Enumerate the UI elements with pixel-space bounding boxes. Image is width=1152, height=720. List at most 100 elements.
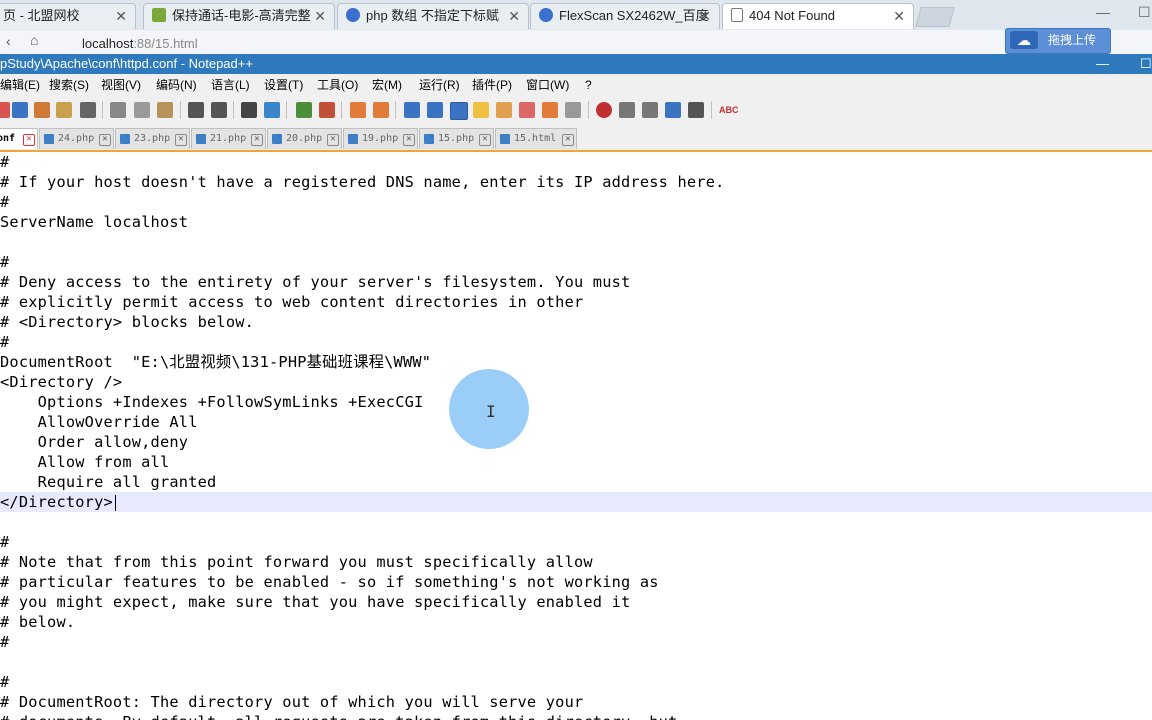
monitor-icon[interactable] bbox=[565, 102, 581, 118]
browser-tab-2[interactable]: 保持通话-电影-高清完整 ✕ bbox=[143, 3, 335, 29]
menu-view[interactable]: 视图(V) bbox=[101, 74, 141, 96]
close-icon[interactable]: ✕ bbox=[314, 4, 326, 28]
new-file-icon[interactable] bbox=[0, 102, 10, 118]
browser-tab-3[interactable]: php 数组 不指定下标赋 ✕ bbox=[337, 3, 529, 29]
close-icon[interactable]: ✕ bbox=[327, 134, 339, 146]
menu-help[interactable]: ? bbox=[585, 74, 592, 96]
separator bbox=[711, 101, 712, 119]
doc-tab-label: onf bbox=[0, 133, 16, 144]
code-line: DocumentRoot "E:\北盟视频\131-PHP基础班课程\WWW" bbox=[0, 353, 432, 371]
save-all-icon[interactable] bbox=[56, 102, 72, 118]
doc-map-icon[interactable] bbox=[496, 102, 512, 118]
menu-window[interactable]: 窗口(W) bbox=[526, 74, 569, 96]
replace-icon[interactable] bbox=[264, 102, 280, 118]
print-icon[interactable] bbox=[80, 102, 96, 118]
find-icon[interactable] bbox=[241, 102, 257, 118]
video-icon bbox=[152, 8, 166, 22]
sync-h-icon[interactable] bbox=[373, 102, 389, 118]
close-icon[interactable]: ✕ bbox=[115, 4, 127, 28]
show-all-chars-icon[interactable] bbox=[427, 102, 443, 118]
cut-icon[interactable] bbox=[110, 102, 126, 118]
paste-icon[interactable] bbox=[157, 102, 173, 118]
code-line: </Directory> bbox=[0, 493, 113, 511]
save-macro-icon[interactable] bbox=[688, 102, 704, 118]
menu-tools[interactable]: 工具(O) bbox=[317, 74, 358, 96]
save-icon[interactable] bbox=[34, 102, 50, 118]
doc-tab-httpd-conf[interactable]: onf ✕ bbox=[0, 128, 38, 149]
doc-tab-21-php[interactable]: 21.php ✕ bbox=[191, 128, 266, 149]
code-line: # Note that from this point forward you … bbox=[0, 553, 593, 571]
close-icon[interactable]: ✕ bbox=[403, 134, 415, 146]
close-icon[interactable]: ✕ bbox=[175, 134, 187, 146]
new-tab-button[interactable] bbox=[915, 7, 955, 27]
doc-tab-15-php[interactable]: 15.php ✕ bbox=[419, 128, 494, 149]
record-macro-icon[interactable] bbox=[596, 102, 612, 118]
home-icon[interactable]: ⌂ bbox=[30, 32, 38, 48]
separator bbox=[102, 101, 103, 119]
menu-run[interactable]: 运行(R) bbox=[419, 74, 460, 96]
doc-tab-label: 19.php bbox=[362, 133, 399, 144]
maximize-icon[interactable]: ☐ bbox=[1140, 54, 1152, 74]
cloud-icon: ☁ bbox=[1010, 31, 1038, 49]
menu-encoding[interactable]: 编码(N) bbox=[156, 74, 197, 96]
open-file-icon[interactable] bbox=[12, 102, 28, 118]
menu-search[interactable]: 搜索(S) bbox=[49, 74, 89, 96]
close-icon[interactable]: ✕ bbox=[99, 134, 111, 146]
close-icon[interactable]: ✕ bbox=[893, 4, 905, 28]
doc-tab-23-php[interactable]: 23.php ✕ bbox=[115, 128, 190, 149]
browser-tab-1[interactable]: 页 - 北盟网校 ✕ bbox=[0, 3, 136, 29]
address-bar[interactable]: ‹ ⌂ localhost:88/15.html bbox=[0, 30, 1152, 55]
menu-macro[interactable]: 宏(M) bbox=[372, 74, 402, 96]
close-icon[interactable]: ✕ bbox=[23, 134, 35, 146]
doc-tab-24-php[interactable]: 24.php ✕ bbox=[39, 128, 114, 149]
menu-plugins[interactable]: 插件(P) bbox=[472, 74, 512, 96]
redo-icon[interactable] bbox=[211, 102, 227, 118]
zoom-in-icon[interactable] bbox=[296, 102, 312, 118]
browser-tab-5[interactable]: 404 Not Found ✕ bbox=[722, 3, 914, 29]
close-icon[interactable]: ✕ bbox=[562, 134, 574, 146]
run-macro-multiple-icon[interactable] bbox=[665, 102, 681, 118]
undo-icon[interactable] bbox=[188, 102, 204, 118]
play-macro-icon[interactable] bbox=[642, 102, 658, 118]
menu-settings[interactable]: 设置(T) bbox=[264, 74, 303, 96]
close-icon[interactable]: ✕ bbox=[699, 4, 711, 28]
code-line: # particular features to be enabled - so… bbox=[0, 573, 659, 591]
close-icon[interactable]: ✕ bbox=[251, 134, 263, 146]
folder-icon[interactable] bbox=[542, 102, 558, 118]
code-line: # DocumentRoot: The directory out of whi… bbox=[0, 693, 584, 711]
address-url[interactable]: localhost:88/15.html bbox=[82, 36, 198, 51]
stop-macro-icon[interactable] bbox=[619, 102, 635, 118]
minimize-icon[interactable]: — bbox=[1096, 54, 1109, 74]
code-line: Allow from all bbox=[0, 453, 170, 471]
function-list-icon[interactable] bbox=[519, 102, 535, 118]
menu-edit[interactable]: 编辑(E) bbox=[0, 74, 40, 96]
tab-title: 保持通话-电影-高清完整 bbox=[172, 8, 311, 23]
separator bbox=[588, 101, 589, 119]
minimize-icon[interactable]: — bbox=[1096, 4, 1110, 20]
spell-check-icon[interactable]: ABC bbox=[719, 102, 739, 118]
indent-guide-icon[interactable] bbox=[450, 102, 468, 120]
doc-tab-19-php[interactable]: 19.php ✕ bbox=[343, 128, 418, 149]
menu-language[interactable]: 语言(L) bbox=[211, 74, 250, 96]
upload-button[interactable]: ☁ 拖拽上传 bbox=[1005, 28, 1111, 54]
tab-title: FlexScan SX2462W_百度 bbox=[559, 8, 709, 23]
word-wrap-icon[interactable] bbox=[404, 102, 420, 118]
paw-icon bbox=[346, 8, 360, 22]
file-disk-icon bbox=[500, 134, 510, 144]
code-editor[interactable]: # # If your host doesn't have a register… bbox=[0, 152, 1152, 720]
doc-tab-label: 15.php bbox=[438, 133, 475, 144]
doc-tab-15-html[interactable]: 15.html ✕ bbox=[495, 128, 577, 149]
back-icon[interactable]: ‹ bbox=[6, 33, 11, 49]
code-line: # below. bbox=[0, 613, 76, 631]
sync-v-icon[interactable] bbox=[350, 102, 366, 118]
zoom-out-icon[interactable] bbox=[319, 102, 335, 118]
close-icon[interactable]: ✕ bbox=[508, 4, 520, 28]
text-caret bbox=[115, 495, 116, 511]
doc-tab-20-php[interactable]: 20.php ✕ bbox=[267, 128, 342, 149]
lang-icon[interactable] bbox=[473, 102, 489, 118]
maximize-icon[interactable]: ☐ bbox=[1138, 4, 1151, 21]
copy-icon[interactable] bbox=[134, 102, 150, 118]
browser-tab-4[interactable]: FlexScan SX2462W_百度 ✕ bbox=[530, 3, 720, 29]
tab-title: php 数组 不指定下标赋 bbox=[366, 8, 499, 23]
close-icon[interactable]: ✕ bbox=[479, 134, 491, 146]
